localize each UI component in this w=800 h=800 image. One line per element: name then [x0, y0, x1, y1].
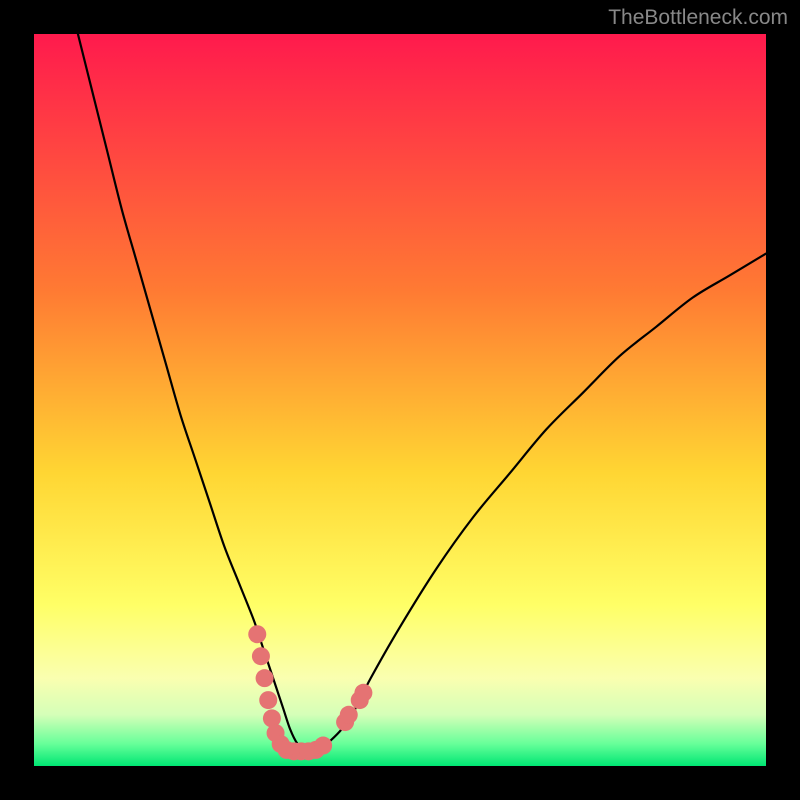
highlight-dot: [252, 647, 270, 665]
highlight-dot: [259, 691, 277, 709]
chart-container: TheBottleneck.com: [0, 0, 800, 800]
highlight-dot: [256, 669, 274, 687]
highlight-dot: [314, 737, 332, 755]
highlight-dot: [354, 684, 372, 702]
plot-area: [34, 34, 766, 766]
highlight-dot: [248, 625, 266, 643]
highlight-dot: [340, 706, 358, 724]
chart-svg: [34, 34, 766, 766]
watermark-text: TheBottleneck.com: [608, 6, 788, 30]
gradient-background: [34, 34, 766, 766]
